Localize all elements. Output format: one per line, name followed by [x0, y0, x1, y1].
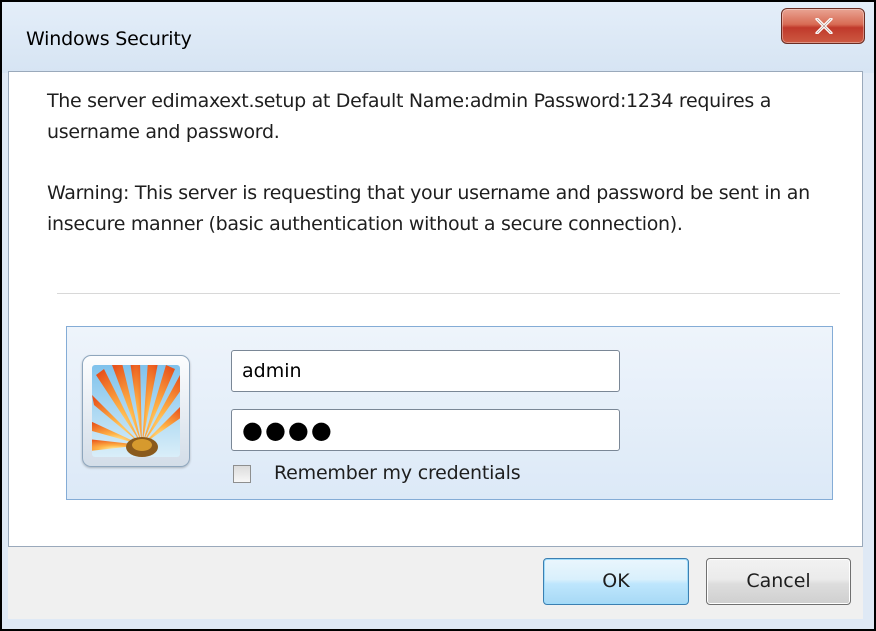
password-field[interactable]: ●●●● [231, 409, 620, 451]
divider [57, 293, 840, 294]
close-button[interactable] [781, 8, 865, 44]
window-title: Windows Security [26, 28, 192, 50]
user-avatar [82, 355, 190, 467]
cancel-button[interactable]: Cancel [706, 558, 851, 605]
ok-button[interactable]: OK [543, 558, 689, 605]
server-message: The server edimaxext.setup at Default Na… [47, 90, 772, 143]
remember-label[interactable]: Remember my credentials [274, 462, 521, 484]
warning-message: Warning: This server is requesting that … [47, 182, 810, 235]
close-x-icon [815, 18, 833, 34]
username-field[interactable]: admin [231, 350, 620, 392]
remember-checkbox[interactable] [233, 465, 251, 483]
user-flower-icon [92, 365, 180, 457]
title-bar: Windows Security [2, 2, 874, 73]
